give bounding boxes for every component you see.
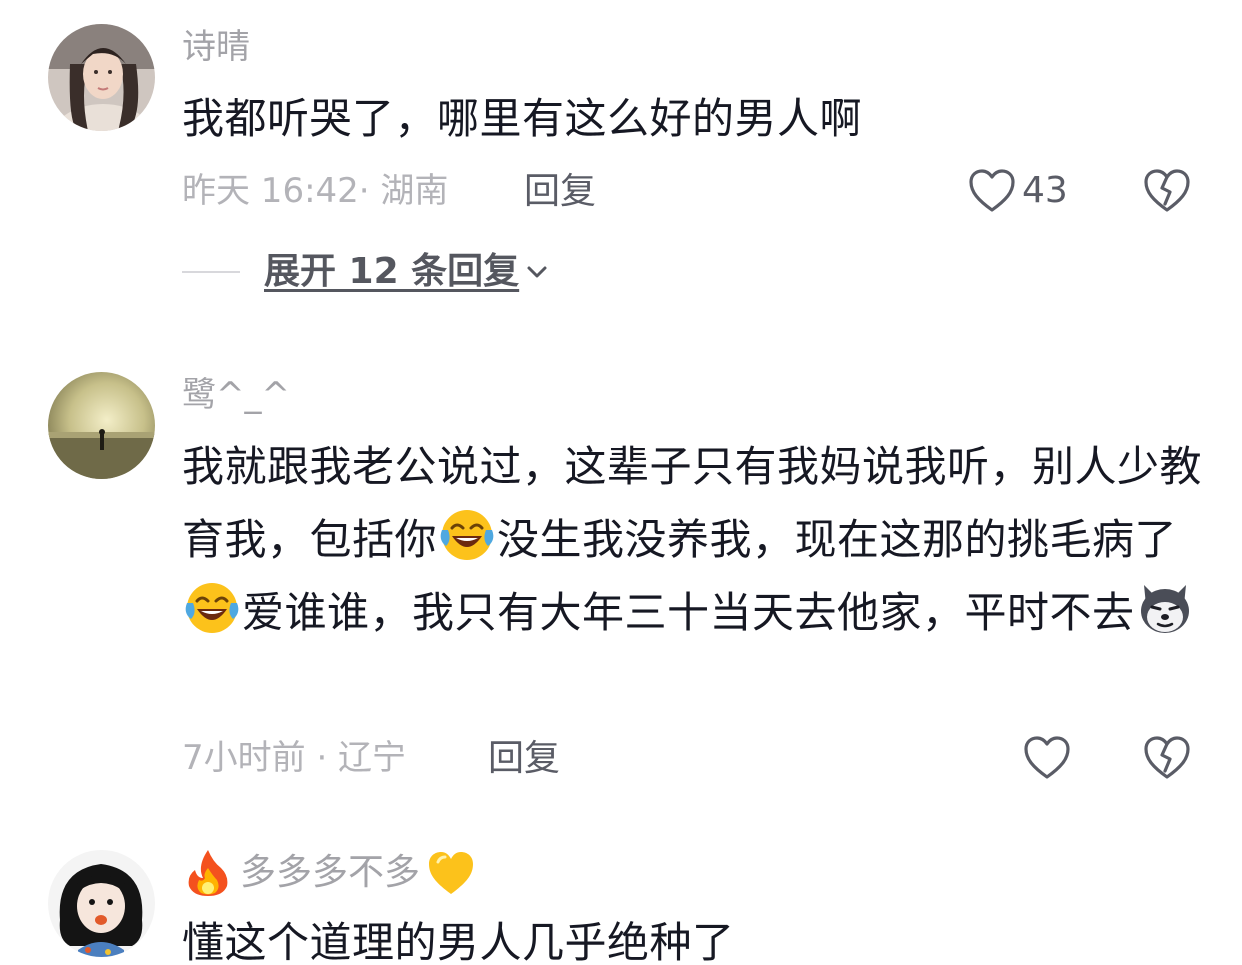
tears-of-joy-emoji (183, 579, 241, 637)
like-button[interactable] (1023, 735, 1071, 781)
username-row[interactable]: 多多多不多 (182, 848, 477, 898)
avatar[interactable] (48, 850, 155, 957)
avatar[interactable] (48, 372, 155, 479)
yellow-heart-emoji (426, 848, 476, 898)
expand-replies[interactable]: 展开 12 条回复 (182, 254, 549, 290)
broken-heart-icon (1144, 169, 1190, 212)
dislike-button[interactable] (1143, 735, 1191, 785)
broken-heart-icon (1144, 736, 1190, 779)
comment-list: 诗晴 我都听哭了，哪里有这么好的男人啊 昨天 16:42· 湖南 回复 43 展… (0, 0, 1242, 965)
chevron-down-icon (527, 266, 547, 278)
heart-outline-icon (969, 169, 1015, 212)
comment-text: 我就跟我老公说过，这辈子只有我妈说我听，别人少教育我，包括你 没生我没养我，现在… (182, 430, 1202, 649)
divider (182, 271, 240, 273)
username[interactable]: 多多多不多 (240, 855, 420, 891)
username[interactable]: 鹭^_^ (182, 378, 290, 412)
avatar[interactable] (48, 24, 155, 131)
comment-text-part: 爱谁谁，我只有大年三十当天去他家，平时不去 (242, 588, 1135, 637)
fire-emoji (183, 848, 233, 898)
husky-dog-emoji (1136, 579, 1194, 637)
tears-of-joy-emoji (438, 506, 496, 564)
expand-replies-label[interactable]: 展开 12 条回复 (264, 254, 519, 290)
reply-button[interactable]: 回复 (488, 741, 560, 777)
comment-text-part: 没生我没养我，现在这那的挑毛病了 (497, 515, 1178, 564)
comment-time-location: 7小时前 · 辽宁 (182, 738, 407, 778)
comment-text: 我都听哭了，哪里有这么好的男人啊 (182, 94, 863, 143)
username[interactable]: 诗晴 (182, 30, 250, 64)
comment-text: 懂这个道理的男人几乎绝种了 (182, 918, 735, 965)
reply-button[interactable]: 回复 (524, 174, 596, 210)
heart-outline-icon (1024, 736, 1070, 779)
comment-time-location: 昨天 16:42· 湖南 (182, 171, 449, 211)
dislike-button[interactable] (1143, 168, 1191, 218)
like-button[interactable]: 43 (968, 168, 1068, 214)
like-count: 43 (1022, 170, 1068, 211)
